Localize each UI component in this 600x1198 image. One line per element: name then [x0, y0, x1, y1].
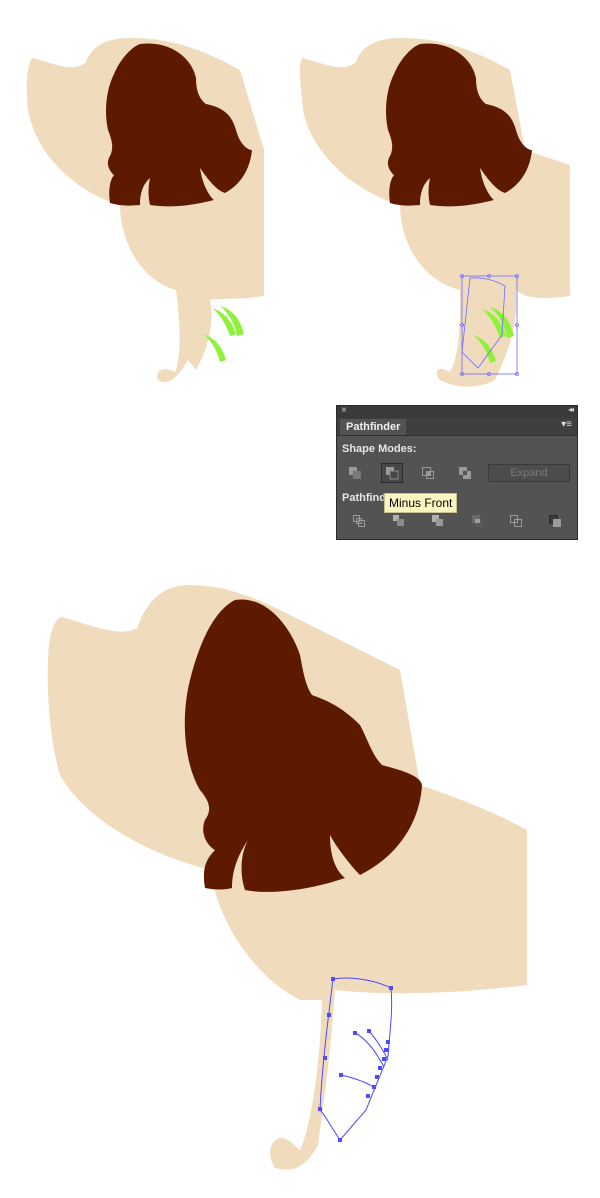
outline-icon	[510, 515, 522, 527]
shape-modes-label: Shape Modes:	[342, 443, 417, 455]
crop-icon	[472, 515, 483, 527]
merge-icon	[432, 515, 443, 526]
tab-pathfinder[interactable]: Pathfinder	[340, 419, 407, 435]
dog-artwork-step-3	[47, 585, 527, 1170]
divide-button[interactable]	[348, 511, 370, 531]
dog-artwork-step-2	[299, 38, 570, 387]
dog-ear	[386, 43, 532, 207]
crop-button[interactable]	[466, 511, 488, 531]
trim-button[interactable]	[387, 511, 409, 531]
exclude-button[interactable]	[454, 463, 476, 483]
collapse-icon[interactable]: ◂◂	[568, 405, 574, 414]
dog-artwork-step-1	[26, 38, 264, 382]
exclude-icon	[459, 467, 471, 479]
minus-front-button[interactable]	[381, 463, 403, 483]
claw-shape	[212, 308, 236, 336]
unite-button[interactable]	[344, 463, 366, 483]
panel-tab-row: Pathfinder ▾≡	[337, 418, 577, 436]
merge-button[interactable]	[426, 511, 448, 531]
minus-front-icon	[386, 467, 399, 480]
minus-back-button[interactable]	[544, 511, 566, 531]
panel-titlebar[interactable]: × ◂◂	[337, 405, 577, 418]
divide-icon	[353, 515, 365, 527]
unite-icon	[349, 467, 361, 479]
pathfinders-label: Pathfind	[342, 492, 386, 504]
tooltip: Minus Front	[384, 493, 458, 513]
close-icon[interactable]: ×	[341, 405, 347, 416]
outline-button[interactable]	[505, 511, 527, 531]
panel-menu-icon[interactable]: ▾≡	[561, 419, 572, 430]
trim-icon	[393, 515, 404, 526]
intersect-button[interactable]	[417, 463, 439, 483]
minus-back-icon	[549, 515, 561, 527]
intersect-icon	[422, 467, 434, 479]
pathfinder-panel: × ◂◂ Pathfinder ▾≡ Shape Modes: Expand P…	[336, 405, 578, 540]
expand-button[interactable]: Expand	[488, 464, 570, 482]
